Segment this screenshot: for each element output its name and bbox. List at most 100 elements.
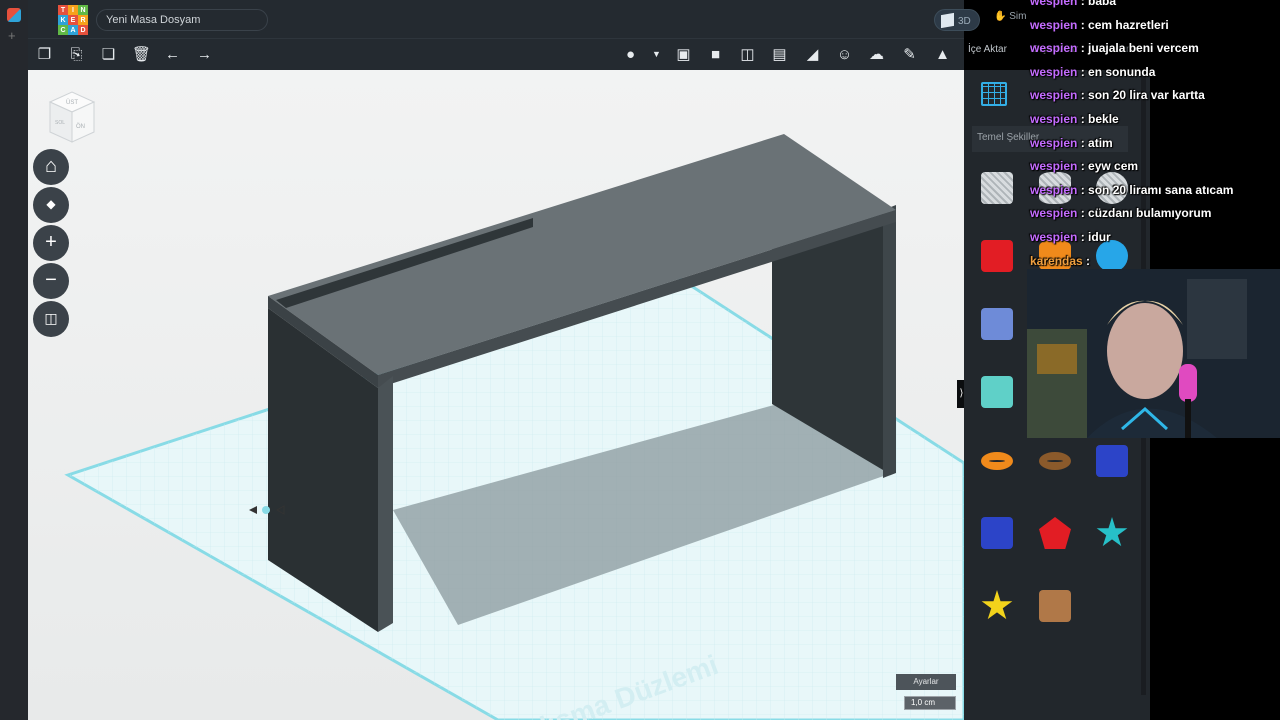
logo-letter: K [58, 15, 68, 25]
cruise-icon[interactable]: ☺ [836, 46, 853, 63]
view-cube[interactable]: ÜST ÖN SOL [42, 88, 100, 146]
chat-message: wespien : son 20 liramı sana atıcam [1030, 182, 1234, 197]
perspective-icon: ◫ [44, 310, 58, 326]
shape-ring[interactable] [1039, 452, 1071, 470]
shape-scribble[interactable] [981, 308, 1013, 340]
workplane-icon[interactable]: ▣ [675, 46, 692, 63]
chat-text: atim [1088, 135, 1113, 150]
paste-icon[interactable]: ⎘ [68, 46, 85, 63]
undo-icon[interactable]: ← [164, 46, 181, 63]
chat-username: wespien [1030, 64, 1078, 79]
chat-text: idur [1088, 230, 1111, 244]
chat-username: wespien [1030, 17, 1078, 32]
shape-box-striped[interactable] [981, 172, 1013, 204]
chat-message: wespien : en sonunda [1030, 64, 1156, 79]
mirror-icon[interactable]: ◢ [804, 46, 821, 63]
3d-viewport[interactable]: Çalışma Düzlemi ÜST ÖN SOL ⌂ ◆ + − ◫ Aya… [28, 70, 964, 720]
home-view-button[interactable]: ⌂ [33, 149, 69, 185]
chat-text: baba [1088, 0, 1117, 8]
chat-message: wespien : idur [1030, 230, 1111, 244]
chat-text: en sonunda [1088, 64, 1156, 79]
shape-sphere[interactable] [1096, 240, 1128, 272]
zoom-out-icon: − [45, 269, 57, 291]
perspective-button[interactable]: ◫ [33, 301, 69, 337]
group-icon[interactable]: ◫ [739, 46, 756, 63]
screen: + TINKERCAD Yeni Masa Dosyam 3D ✋ Sim ❐ … [0, 0, 1280, 720]
webcam-overlay [1027, 269, 1280, 438]
browser-app-icon[interactable] [7, 8, 21, 22]
shape-pentagon[interactable] [1039, 517, 1071, 549]
chat-message: wespien : son 20 lira var kartta [1030, 88, 1205, 103]
shape-wedge[interactable] [1096, 445, 1128, 477]
cube-side-label: SOL [55, 120, 65, 126]
shape-hexagonal-prism[interactable] [981, 517, 1013, 549]
chat-message: wespien : atim [1030, 135, 1113, 150]
chat-message: wespien : bekle [1030, 112, 1119, 126]
cube-top-label: ÜST [66, 99, 78, 106]
document-title-field[interactable]: Yeni Masa Dosyam [96, 9, 268, 31]
fit-icon: ◆ [46, 197, 56, 211]
shape-roof[interactable] [981, 376, 1013, 408]
logo-letter: A [68, 25, 78, 35]
sim-label: Sim [1009, 11, 1027, 22]
sim-button[interactable]: ✋ Sim [994, 11, 1026, 22]
ruler-icon[interactable]: ✎ [901, 46, 918, 63]
chat-message: wespien : cüzdanı bulamıyorum [1030, 206, 1212, 221]
logo-letter: I [68, 5, 78, 15]
chat-message: wespien : eyw cem [1030, 159, 1139, 174]
duplicate-icon[interactable]: ❏ [100, 46, 117, 63]
chat-username: wespien [1030, 41, 1078, 56]
add-icon[interactable]: + [8, 28, 16, 43]
chat-text: cüzdanı bulamıyorum [1088, 206, 1212, 221]
shape-star-yellow[interactable] [981, 590, 1013, 620]
chat-username: wespien [1030, 112, 1078, 126]
shape-heart[interactable] [1039, 590, 1071, 622]
scene-canvas[interactable]: Çalışma Düzlemi [28, 70, 964, 720]
zoom-in-button[interactable]: + [33, 225, 69, 261]
shape-star[interactable] [1096, 517, 1128, 547]
redo-icon[interactable]: → [196, 46, 213, 63]
shape-tube[interactable] [981, 452, 1013, 470]
chat-username: wespien [1030, 182, 1078, 197]
logo-letter: E [68, 15, 78, 25]
chat-text: son 20 liramı sana atıcam [1088, 182, 1234, 197]
settings-button[interactable]: Ayarlar [896, 674, 956, 690]
logo-letter: N [78, 5, 88, 15]
chat-message: karendas : [1030, 253, 1091, 268]
logo-letter: R [78, 15, 88, 25]
chat-message: wespien : baba [1030, 0, 1116, 8]
chat-message: wespien : juajala beni vercem [1030, 41, 1199, 56]
chat-text: bekle [1088, 112, 1119, 126]
chat-username: wespien [1030, 0, 1078, 8]
cube-icon [941, 12, 954, 29]
os-sidebar: + [0, 0, 28, 720]
basic-shapes-tab-icon[interactable] [981, 82, 1007, 106]
snap-grid-select[interactable]: 1,0 cm [904, 696, 956, 710]
view-label: 3D [958, 16, 971, 27]
lightbulb-icon[interactable]: ● [622, 46, 639, 63]
shape-box[interactable] [981, 240, 1013, 272]
tinkercad-logo[interactable]: TINKERCAD [58, 5, 88, 35]
ruler-shape-icon[interactable]: ■ [707, 46, 724, 63]
top-bar: TINKERCAD Yeni Masa Dosyam [28, 0, 964, 38]
import-tab[interactable]: İçe Aktar [968, 44, 1007, 55]
zoom-out-button[interactable]: − [33, 263, 69, 299]
copy-icon[interactable]: ❐ [36, 46, 53, 63]
chat-text: juajala beni vercem [1088, 41, 1199, 56]
chat-username: wespien [1030, 88, 1078, 103]
chat-username: wespien [1030, 206, 1078, 221]
zoom-in-icon: + [45, 231, 57, 253]
chat-message: wespien : cem hazretleri [1030, 17, 1169, 32]
align-icon[interactable]: ▤ [771, 46, 788, 63]
notes-icon[interactable]: ☁ [868, 46, 885, 63]
view-3d-button[interactable]: 3D [934, 9, 980, 31]
chat-username: wespien [1030, 159, 1078, 174]
dropdown-arrow-icon[interactable]: ▼ [648, 46, 665, 63]
logo-letter: C [58, 25, 68, 35]
fit-view-button[interactable]: ◆ [33, 187, 69, 223]
delete-icon[interactable]: 🗑 [132, 46, 151, 63]
chat-text: son 20 lira var kartta [1088, 88, 1205, 103]
drop-icon[interactable]: ▲ [934, 46, 951, 63]
chat-username: wespien [1030, 230, 1078, 244]
chat-username: wespien [1030, 135, 1078, 150]
